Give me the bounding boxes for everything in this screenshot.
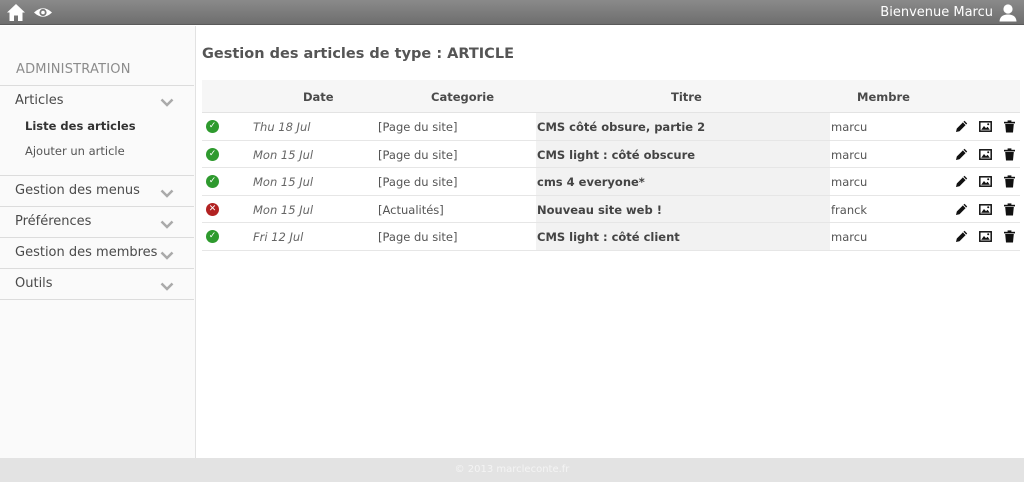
cell-date: Fri 12 Jul (253, 230, 304, 244)
image-icon[interactable] (979, 148, 992, 161)
table-row[interactable]: ✕ Mon 15 Jul [Actualités] Nouveau site web … (202, 195, 1020, 223)
cell-categorie: [Actualités] (378, 202, 444, 217)
table-header: Date Categorie Titre Membre (202, 80, 1020, 113)
chevron-down-icon[interactable] (160, 220, 174, 229)
cell-membre: marcu (831, 147, 868, 162)
divider (0, 299, 194, 300)
cell-categorie: [Page du site] (378, 175, 458, 189)
sidebar-subitem-liste-articles[interactable]: Liste des articles (25, 119, 136, 133)
divider (0, 85, 194, 86)
sidebar-title: ADMINISTRATION (16, 62, 131, 77)
articles-table: Date Categorie Titre Membre ✓ Thu 18 Jul [… (202, 80, 1020, 251)
pencil-icon[interactable] (955, 203, 968, 216)
pencil-icon[interactable] (955, 120, 968, 133)
cell-titre[interactable]: cms 4 everyone* (537, 175, 645, 189)
cell-date: Mon 15 Jul (253, 175, 314, 189)
user-icon[interactable] (998, 3, 1018, 22)
cell-categorie: [Page du site] (378, 230, 458, 244)
chevron-down-icon[interactable] (160, 189, 174, 198)
page-title: Gestion des articles de type : ARTICLE (202, 46, 514, 62)
pencil-icon[interactable] (955, 148, 968, 161)
column-header-membre[interactable]: Membre (857, 90, 910, 104)
cell-titre[interactable]: Nouveau site web ! (537, 203, 662, 217)
column-header-date[interactable]: Date (303, 90, 334, 104)
cell-membre: marcu (831, 120, 868, 134)
unpublished-x-icon[interactable]: ✕ (206, 202, 219, 216)
table-row[interactable]: ✓ Fri 12 Jul [Page du site] CMS light : côt… (202, 223, 1020, 251)
cell-titre[interactable]: CMS côté obsure, partie 2 (537, 120, 705, 134)
sidebar-subitem-ajouter-article[interactable]: Ajouter un article (25, 144, 125, 158)
sidebar-item-preferences[interactable]: Préférences (15, 214, 91, 229)
column-header-categorie[interactable]: Categorie (431, 90, 494, 104)
chevron-down-icon[interactable] (160, 98, 174, 107)
sidebar-item-articles[interactable]: Articles (15, 93, 63, 108)
image-icon[interactable] (979, 120, 992, 133)
image-icon[interactable] (979, 175, 992, 188)
divider (0, 175, 194, 176)
published-check-icon[interactable]: ✓ (206, 230, 219, 243)
table-row[interactable]: ✓ Mon 15 Jul [Page du site] cms 4 everyone*… (202, 168, 1020, 196)
published-check-icon[interactable]: ✓ (206, 175, 219, 188)
image-icon[interactable] (979, 203, 992, 216)
published-check-icon[interactable]: ✓ (206, 147, 219, 161)
image-icon[interactable] (979, 230, 992, 243)
top-bar: Bienvenue Marcu (0, 0, 1024, 25)
cell-titre[interactable]: CMS light : côté obscure (537, 148, 695, 162)
trash-icon[interactable] (1003, 175, 1016, 188)
pencil-icon[interactable] (955, 230, 968, 243)
trash-icon[interactable] (1003, 230, 1016, 243)
cell-titre[interactable]: CMS light : côté client (537, 230, 680, 244)
sidebar-item-gestion-menus[interactable]: Gestion des menus (15, 183, 140, 198)
cell-categorie: [Page du site] (378, 120, 458, 134)
footer: © 2013 marcleconte.fr (0, 458, 1024, 482)
chevron-down-icon[interactable] (160, 282, 174, 291)
eye-icon[interactable] (33, 3, 53, 22)
divider (0, 206, 194, 207)
sidebar: ADMINISTRATION Articles Liste des articl… (0, 26, 196, 458)
pencil-icon[interactable] (955, 175, 968, 188)
trash-icon[interactable] (1003, 120, 1016, 133)
cell-categorie: [Page du site] (378, 147, 458, 162)
chevron-down-icon[interactable] (160, 251, 174, 260)
trash-icon[interactable] (1003, 202, 1016, 216)
cell-membre: marcu (831, 175, 868, 189)
welcome-text: Bienvenue Marcu (880, 5, 993, 20)
cell-date: Mon 15 Jul (253, 202, 314, 217)
table-row[interactable]: ✓ Thu 18 Jul [Page du site] CMS côté obsure… (202, 113, 1020, 141)
sidebar-item-outils[interactable]: Outils (15, 276, 53, 291)
published-check-icon[interactable]: ✓ (206, 120, 219, 133)
cell-date: Thu 18 Jul (253, 120, 311, 134)
divider (0, 268, 194, 269)
cell-membre: marcu (831, 230, 868, 244)
footer-text: © 2013 marcleconte.fr (454, 464, 570, 475)
column-header-titre[interactable]: Titre (671, 90, 702, 104)
cell-date: Mon 15 Jul (253, 147, 314, 162)
home-icon[interactable] (6, 3, 26, 22)
sidebar-item-gestion-membres[interactable]: Gestion des membres (15, 245, 157, 260)
cell-membre: franck (831, 202, 868, 217)
table-row[interactable]: ✓ Mon 15 Jul [Page du site] CMS light : côt… (202, 140, 1020, 168)
divider (0, 237, 194, 238)
trash-icon[interactable] (1003, 147, 1016, 161)
